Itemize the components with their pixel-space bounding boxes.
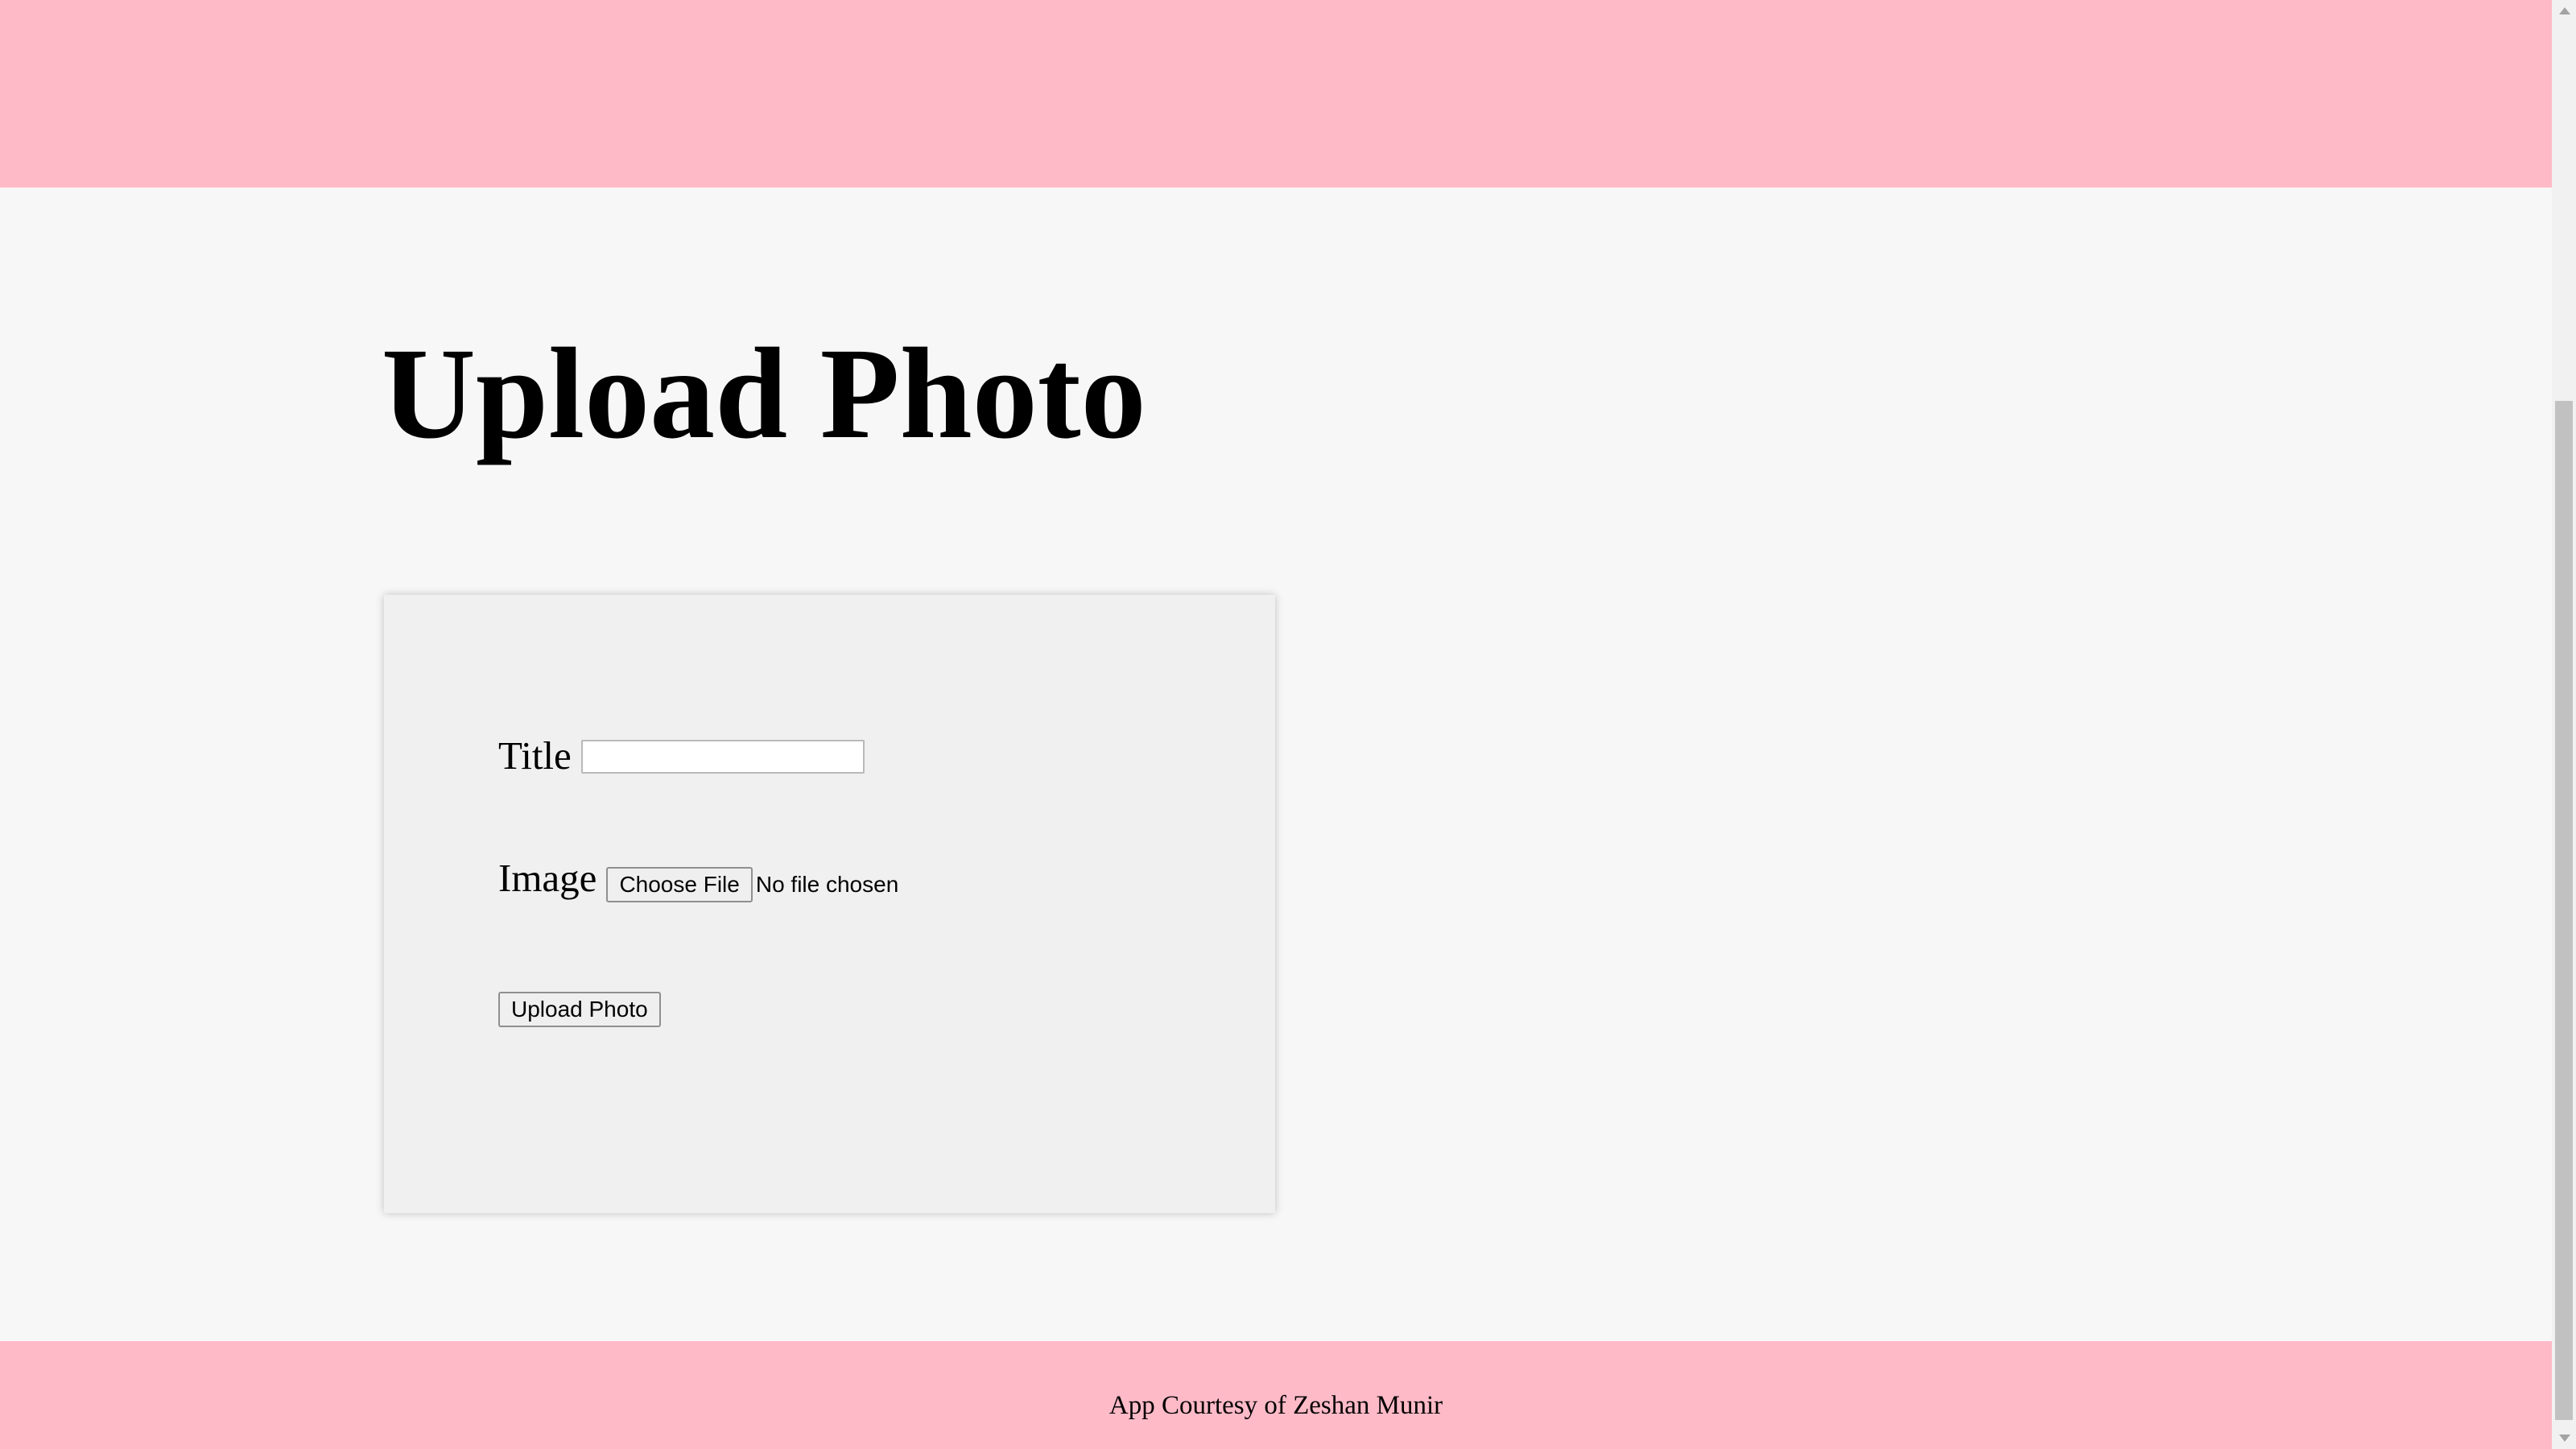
image-label: Image <box>498 856 597 900</box>
footer: App Courtesy of Zeshan Munir <box>0 1341 2552 1449</box>
triangle-up-icon[interactable] <box>2559 7 2570 14</box>
top-banner <box>0 0 2552 188</box>
image-row: Image Choose File No file chosen <box>498 854 898 902</box>
triangle-down-icon[interactable] <box>2559 1435 2570 1442</box>
title-label: Title <box>498 733 572 778</box>
choose-file-button[interactable]: Choose File <box>606 867 753 902</box>
image-file-input: Choose File No file chosen <box>606 867 898 902</box>
page-viewport: Upload Photo Title Image Choose File No … <box>0 0 2552 1449</box>
title-row: Title <box>498 732 865 780</box>
page-title: Upload Photo <box>382 322 1146 466</box>
title-input[interactable] <box>580 740 865 774</box>
footer-credit: App Courtesy of Zeshan Munir <box>1108 1391 1443 1420</box>
upload-form: Title Image Choose File No file chosen U… <box>384 595 1275 1213</box>
scrollbar-thumb[interactable] <box>2555 401 2573 1420</box>
file-status-text: No file chosen <box>755 872 899 897</box>
upload-photo-button[interactable]: Upload Photo <box>498 992 661 1027</box>
vertical-scrollbar[interactable] <box>2552 0 2576 1449</box>
